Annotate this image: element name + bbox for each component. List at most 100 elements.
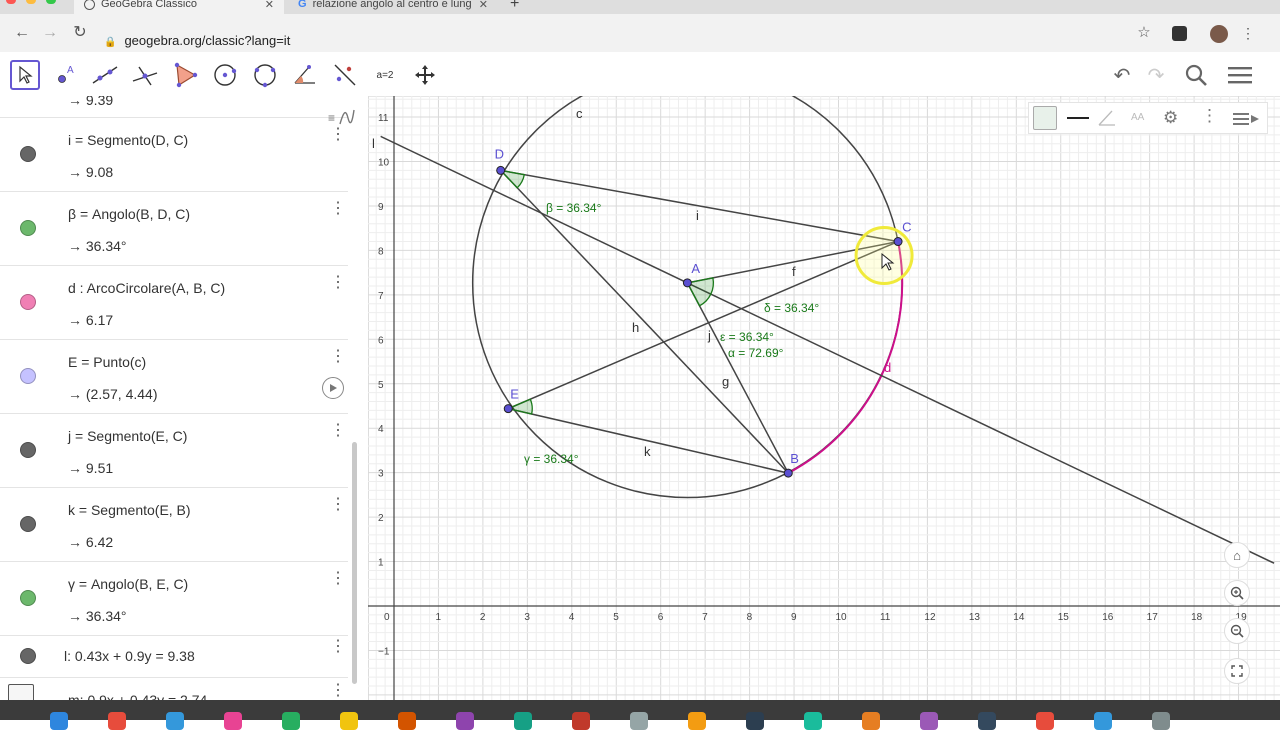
more-options-icon[interactable]: ⋮ — [330, 275, 346, 291]
hamburger-menu-icon[interactable] — [1226, 62, 1254, 88]
dock-app-icon[interactable] — [1094, 712, 1112, 730]
extension-icon[interactable] — [1172, 26, 1187, 41]
tab-close-icon[interactable]: ✕ — [265, 0, 274, 11]
dock-app-icon[interactable] — [630, 712, 648, 730]
maximize-window-icon[interactable] — [46, 0, 56, 4]
more-options-icon[interactable]: ⋮ — [330, 127, 346, 143]
algebra-scrollbar[interactable] — [352, 442, 357, 684]
polygon-tool-button[interactable] — [170, 60, 200, 90]
tab-geogebra[interactable]: GeoGebra Classico ✕ — [74, 0, 284, 14]
dock-app-icon[interactable] — [224, 712, 242, 730]
back-arrow-icon[interactable]: ← — [12, 23, 32, 43]
list-item[interactable]: d : ArcoCircolare(A, B, C) → 6.17 ⋮ — [0, 266, 348, 340]
visibility-toggle[interactable] — [20, 294, 36, 310]
tab-close-icon[interactable]: ✕ — [479, 0, 488, 11]
point-tool-button[interactable]: A — [52, 60, 82, 90]
geogebra-toolbar: A a=2 ↶ ↷ — [0, 52, 1280, 97]
toggle-style-bar-icon[interactable] — [1231, 109, 1261, 129]
dock-app-icon[interactable] — [688, 712, 706, 730]
minimize-window-icon[interactable] — [26, 0, 36, 4]
forward-arrow-icon[interactable]: → — [40, 23, 60, 43]
dock-app-icon[interactable] — [166, 712, 184, 730]
list-item[interactable]: γ = Angolo(B, E, C) → 36.34° ⋮ — [0, 562, 348, 636]
circle-three-points-tool-button[interactable] — [250, 60, 280, 90]
dock-app-icon[interactable] — [862, 712, 880, 730]
close-window-icon[interactable] — [6, 0, 16, 4]
profile-avatar[interactable] — [1210, 25, 1228, 43]
zoom-out-icon[interactable] — [1224, 618, 1250, 644]
angle-label-beta: β = 36.34° — [546, 201, 602, 215]
list-item[interactable]: → 9.39 — [0, 96, 348, 118]
graphics-canvas[interactable]: 0 1 2 3 4 5 6 7 8 9 10 11 12 13 14 15 16 17 18 191110987654… — [368, 96, 1280, 700]
point-d[interactable] — [496, 165, 506, 175]
dock-app-icon[interactable] — [50, 712, 68, 730]
angle-style-icon[interactable] — [1097, 108, 1117, 128]
angle-tool-button[interactable] — [290, 60, 320, 90]
dock-app-icon[interactable] — [572, 712, 590, 730]
more-options-icon[interactable]: ⋮ — [330, 683, 346, 699]
dock-app-icon[interactable] — [282, 712, 300, 730]
dock-app-icon[interactable] — [920, 712, 938, 730]
visibility-toggle[interactable] — [20, 648, 36, 664]
visibility-toggle[interactable] — [20, 146, 36, 162]
reload-icon[interactable]: ↻ — [70, 23, 90, 43]
list-item[interactable]: β = Angolo(B, D, C) → 36.34° ⋮ — [0, 192, 348, 266]
visibility-toggle[interactable] — [20, 516, 36, 532]
url-field[interactable]: 🔒 geogebra.org/classic?lang=it — [104, 33, 290, 48]
browser-menu-icon[interactable]: ⋮ — [1238, 23, 1258, 43]
bookmark-star-icon[interactable]: ☆ — [1134, 23, 1154, 43]
reflect-tool-button[interactable] — [330, 60, 360, 90]
visibility-toggle[interactable] — [20, 368, 36, 384]
dock-app-icon[interactable] — [340, 712, 358, 730]
more-options-icon[interactable]: ⋮ — [330, 349, 346, 365]
dock-app-icon[interactable] — [398, 712, 416, 730]
dock-app-icon[interactable] — [804, 712, 822, 730]
point-c[interactable] — [893, 237, 903, 247]
play-animation-button[interactable] — [322, 377, 344, 399]
perpendicular-tool-button[interactable] — [130, 60, 160, 90]
search-icon[interactable] — [1182, 62, 1210, 88]
visibility-toggle[interactable] — [20, 590, 36, 606]
gear-icon[interactable]: ⚙ — [1163, 108, 1178, 128]
dock-app-icon[interactable] — [746, 712, 764, 730]
dock-app-icon[interactable] — [978, 712, 996, 730]
line-style-button[interactable] — [1067, 117, 1089, 119]
visibility-toggle[interactable] — [20, 220, 36, 236]
redo-icon[interactable]: ↷ — [1142, 62, 1170, 88]
undo-icon[interactable]: ↶ — [1108, 62, 1136, 88]
more-options-icon[interactable]: ⋮ — [330, 423, 346, 439]
color-picker-button[interactable] — [1033, 106, 1057, 130]
move-tool-button[interactable] — [10, 60, 40, 90]
slider-tool-button[interactable]: a=2 — [370, 60, 400, 90]
list-item[interactable]: j = Segmento(E, C) → 9.51 ⋮ — [0, 414, 348, 488]
zoom-in-icon[interactable] — [1224, 580, 1250, 606]
graphics-view[interactable]: 0 1 2 3 4 5 6 7 8 9 10 11 12 13 14 15 16 17 18 19 11 10 9 8 7 6 5 4… — [368, 96, 1280, 700]
dock-app-icon[interactable] — [1152, 712, 1170, 730]
line-tool-button[interactable] — [90, 60, 120, 90]
point-b[interactable] — [783, 468, 793, 478]
list-item[interactable]: E = Punto(c) → (2.57, 4.44) ⋮ — [0, 340, 348, 414]
point-a[interactable] — [682, 278, 692, 288]
list-item[interactable]: l: 0.43x + 0.9y = 9.38 ⋮ — [0, 634, 348, 678]
more-options-icon[interactable]: ⋮ — [330, 201, 346, 217]
dock-app-icon[interactable] — [456, 712, 474, 730]
more-vertical-icon[interactable]: ⋮ — [1201, 106, 1218, 126]
point-e[interactable] — [503, 404, 513, 414]
list-item[interactable]: i = Segmento(D, C) → 9.08 ⋮ — [0, 118, 348, 192]
list-item[interactable]: k = Segmento(E, B) → 6.42 ⋮ — [0, 488, 348, 562]
tab-relazione[interactable]: G relazione angolo al centro e lung ✕ — [288, 0, 498, 14]
circle-tool-button[interactable] — [210, 60, 240, 90]
visibility-toggle[interactable] — [20, 442, 36, 458]
new-tab-button[interactable]: + — [510, 0, 519, 13]
text-style-button[interactable]: AA — [1131, 112, 1144, 123]
fullscreen-icon[interactable] — [1224, 658, 1250, 684]
home-icon[interactable]: ⌂ — [1224, 542, 1250, 568]
more-options-icon[interactable]: ⋮ — [330, 571, 346, 587]
y-tick-label: 4 — [378, 424, 384, 435]
more-options-icon[interactable]: ⋮ — [330, 639, 346, 655]
more-options-icon[interactable]: ⋮ — [330, 497, 346, 513]
dock-app-icon[interactable] — [514, 712, 532, 730]
dock-app-icon[interactable] — [108, 712, 126, 730]
dock-app-icon[interactable] — [1036, 712, 1054, 730]
move-view-tool-button[interactable] — [410, 60, 440, 90]
